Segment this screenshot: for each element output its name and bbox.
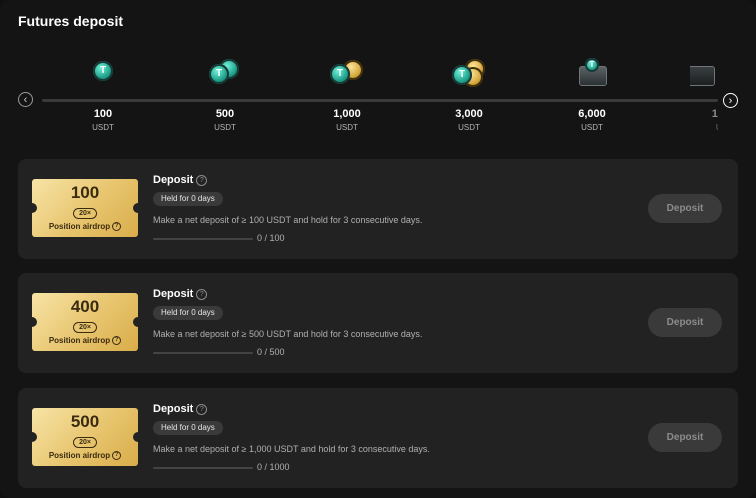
card-description: Make a net deposit of ≥ 100 USDT and hol… xyxy=(153,215,423,225)
ticket-amount: 100 xyxy=(70,183,100,202)
leverage-badge: 20× xyxy=(73,208,97,219)
progress-bar xyxy=(153,238,253,240)
tier-amount: 500 xyxy=(215,108,235,120)
card-title: Deposit? xyxy=(153,288,208,300)
question-icon[interactable]: ? xyxy=(112,222,122,232)
ticket-amount: 500 xyxy=(70,412,100,431)
tier-item: T 100 USDT xyxy=(58,58,148,132)
task-card: 100 20× Position airdrop? Deposit? Held … xyxy=(18,159,738,259)
tier-unit: USDT xyxy=(581,123,603,132)
tier-unit: USDT xyxy=(458,123,480,132)
card-title-text: Deposit xyxy=(153,174,194,186)
question-icon[interactable]: ? xyxy=(196,288,208,300)
deposit-button[interactable]: Deposit xyxy=(648,423,722,452)
tier-unit: USDT xyxy=(92,123,114,132)
tier-amount: 100 xyxy=(93,108,113,120)
ticket-label-text: Position airdrop xyxy=(48,451,111,460)
tier-amount: 1,000 xyxy=(333,108,361,120)
chevron-left-icon[interactable]: ‹ xyxy=(18,92,33,107)
airdrop-ticket: 400 20× Position airdrop? xyxy=(32,293,138,351)
ticket-label-text: Position airdrop xyxy=(48,222,111,231)
airdrop-ticket: 100 20× Position airdrop? xyxy=(32,179,138,237)
treasure-chest-icon: T xyxy=(576,58,608,90)
card-title-text: Deposit xyxy=(153,403,194,415)
task-card: 500 20× Position airdrop? Deposit? Held … xyxy=(18,388,738,488)
card-description: Make a net deposit of ≥ 500 USDT and hol… xyxy=(153,329,423,339)
airdrop-ticket: 500 20× Position airdrop? xyxy=(32,408,138,466)
tier-item: T 6,000 USDT xyxy=(547,58,637,132)
question-icon[interactable]: ? xyxy=(112,336,122,346)
progress-bar xyxy=(153,467,253,469)
question-icon[interactable]: ? xyxy=(112,451,122,461)
leverage-badge: 20× xyxy=(73,437,97,448)
tier-clip: 10, US xyxy=(690,58,718,138)
ticket-amount: 400 xyxy=(70,297,100,316)
held-badge: Held for 0 days xyxy=(153,306,223,320)
card-title: Deposit? xyxy=(153,403,208,415)
card-title: Deposit? xyxy=(153,174,208,186)
task-card: 400 20× Position airdrop? Deposit? Held … xyxy=(18,273,738,373)
tier-unit: USDT xyxy=(336,123,358,132)
progress-text: 0 / 100 xyxy=(257,233,285,243)
futures-deposit-panel: Futures deposit ‹ › T 100 USDT T 500 USD… xyxy=(0,0,756,498)
coin-icon: T xyxy=(91,58,115,90)
tier-unit: USDT xyxy=(214,123,236,132)
card-title-text: Deposit xyxy=(153,288,194,300)
coins-icon: T xyxy=(209,58,241,90)
ticket-label: Position airdrop? xyxy=(32,336,138,346)
ticket-label-text: Position airdrop xyxy=(48,336,111,345)
tier-unit: US xyxy=(690,123,718,132)
progress-text: 0 / 1000 xyxy=(257,462,290,472)
tier-item: T 1,000 USDT xyxy=(302,58,392,132)
card-description: Make a net deposit of ≥ 1,000 USDT and h… xyxy=(153,444,430,454)
tier-amount: 10, xyxy=(711,108,718,120)
tier-item: 10, US xyxy=(690,58,718,132)
tier-amount: 3,000 xyxy=(455,108,483,120)
held-badge: Held for 0 days xyxy=(153,192,223,206)
coins-gold-icon: T xyxy=(452,58,486,90)
deposit-button[interactable]: Deposit xyxy=(648,308,722,337)
held-badge: Held for 0 days xyxy=(153,421,223,435)
tier-item: T 500 USDT xyxy=(180,58,270,132)
treasure-chest-icon xyxy=(690,58,716,90)
ticket-label: Position airdrop? xyxy=(32,222,138,232)
tier-item: T 3,000 USDT xyxy=(424,58,514,132)
chevron-right-icon[interactable]: › xyxy=(723,93,738,108)
leverage-badge: 20× xyxy=(73,322,97,333)
deposit-button[interactable]: Deposit xyxy=(648,194,722,223)
question-icon[interactable]: ? xyxy=(196,403,208,415)
progress-bar xyxy=(153,352,253,354)
coins-gold-icon: T xyxy=(330,58,364,90)
page-title: Futures deposit xyxy=(18,13,124,29)
ticket-label: Position airdrop? xyxy=(32,451,138,461)
progress-text: 0 / 500 xyxy=(257,347,285,357)
question-icon[interactable]: ? xyxy=(196,174,208,186)
tier-amount: 6,000 xyxy=(578,108,606,120)
